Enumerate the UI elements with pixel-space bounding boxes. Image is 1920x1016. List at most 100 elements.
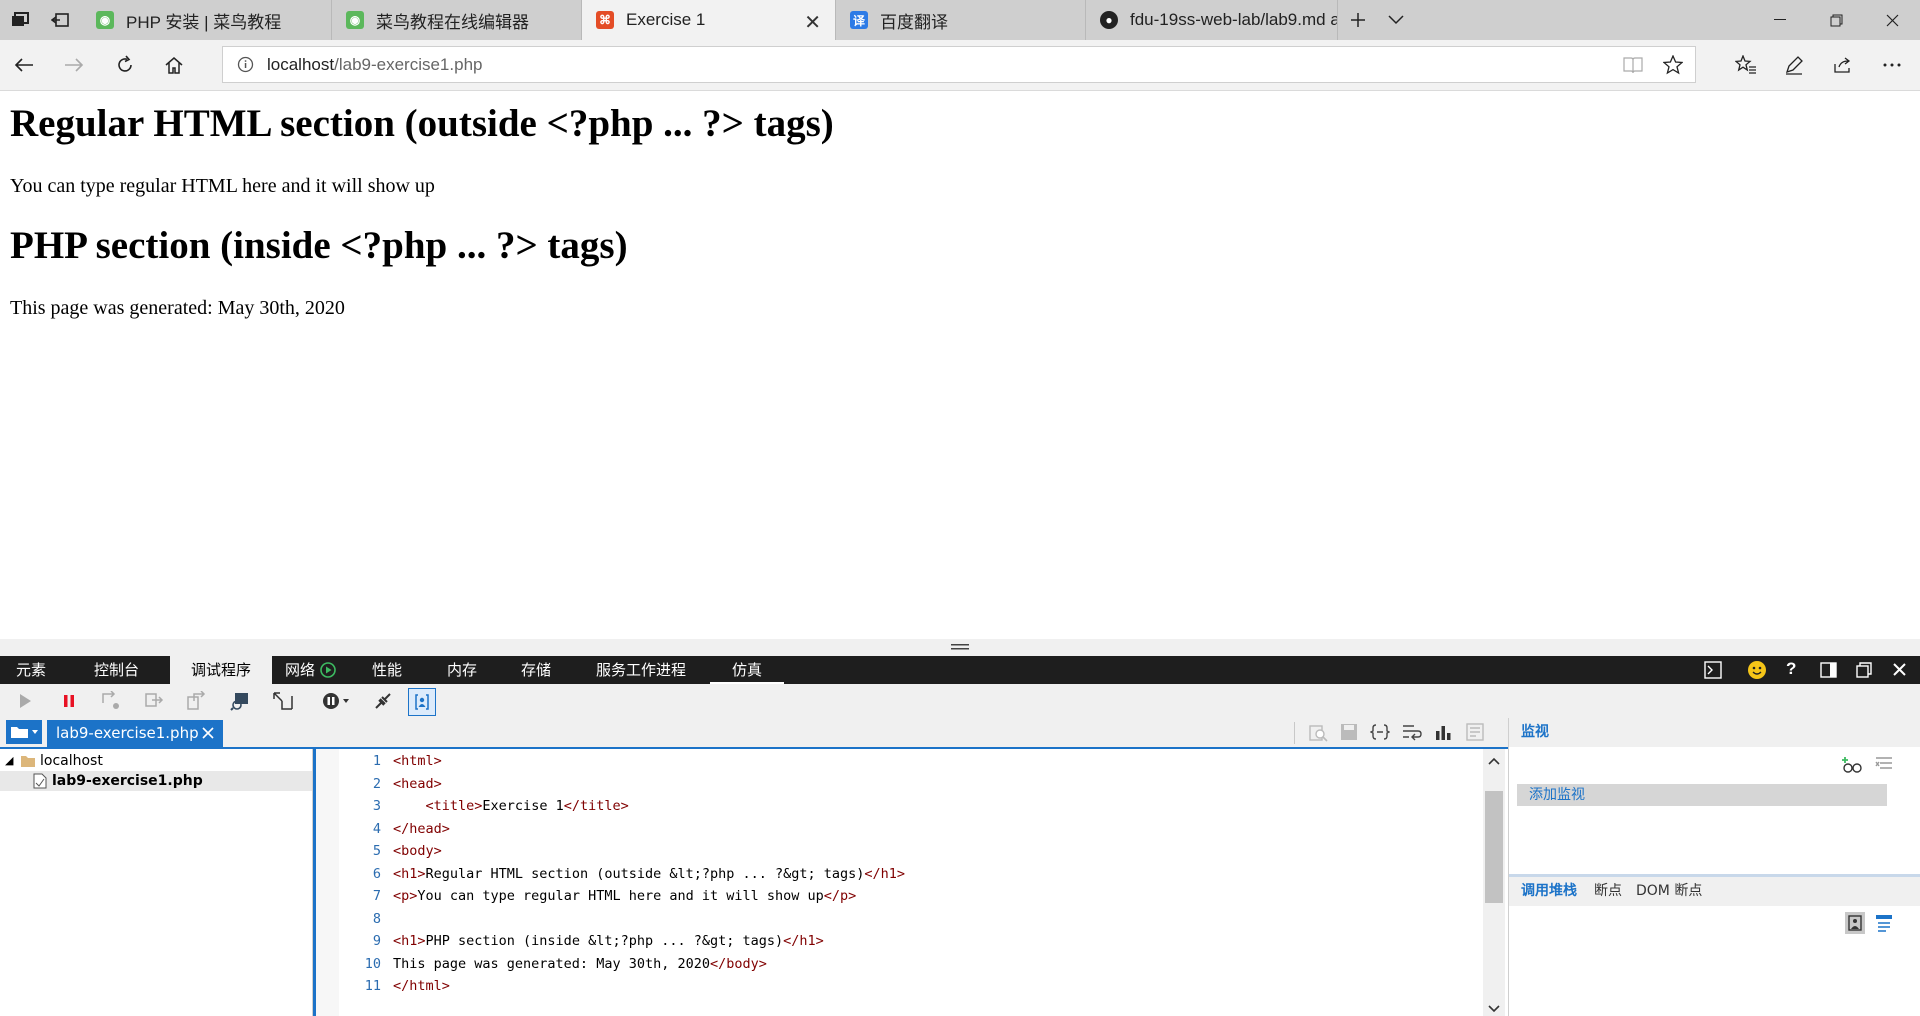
code-line[interactable]: 4 </head>	[339, 818, 450, 840]
code-line[interactable]: 10 This page was generated: May 30th, 202…	[339, 953, 767, 975]
step-into-icon[interactable]	[142, 688, 168, 714]
tab-runoob-editor[interactable]: ◉ 菜鸟教程在线编辑器	[332, 0, 582, 40]
code-line[interactable]: 9 <h1>PHP section (inside &lt;?php ... ?&…	[339, 930, 824, 952]
tab-elements[interactable]: 元素	[16, 656, 46, 684]
address-bar[interactable]: localhost/lab9-exercise1.php	[222, 46, 1696, 83]
tab-memory[interactable]: 内存	[447, 656, 477, 684]
code-line[interactable]: 1 <html>	[339, 750, 442, 772]
close-window-icon[interactable]	[1864, 0, 1920, 40]
tab-manager-icon[interactable]	[0, 0, 40, 40]
show-library-frames-icon[interactable]	[1845, 912, 1865, 934]
break-on-exceptions-icon[interactable]	[318, 688, 354, 714]
tab-storage[interactable]: 存储	[521, 656, 551, 684]
disconnect-debugger-icon[interactable]	[370, 688, 396, 714]
undock-icon[interactable]	[1856, 662, 1872, 678]
close-file-icon[interactable]	[201, 720, 215, 747]
source-map-icon[interactable]	[1434, 723, 1452, 741]
code-line[interactable]: 5 <body>	[339, 840, 442, 862]
forward-icon[interactable]	[50, 40, 98, 90]
tree-item-localhost[interactable]: ◢ localhost	[0, 751, 312, 771]
pause-icon[interactable]	[56, 688, 82, 714]
code-editor[interactable]: 1 <html> 2 <head> 3 <title>Exercise 1</title…	[339, 749, 1482, 1016]
break-on-new-worker-icon[interactable]	[227, 688, 253, 714]
site-info-icon[interactable]	[237, 56, 254, 73]
scroll-down-icon[interactable]	[1488, 1005, 1500, 1013]
expand-arrow-icon[interactable]: ◢	[5, 751, 13, 771]
add-watch-icon[interactable]	[1842, 756, 1864, 774]
favorite-star-icon[interactable]	[1663, 55, 1683, 75]
tab-baidu-translate[interactable]: 译 百度翻译	[836, 0, 1086, 40]
code-scrollbar[interactable]	[1483, 749, 1505, 1016]
restore-icon[interactable]	[1808, 0, 1864, 40]
close-tab-icon[interactable]: ✕	[804, 10, 821, 35]
favorites-hub-icon[interactable]	[1722, 40, 1770, 90]
code-line[interactable]: 2 <head>	[339, 773, 442, 795]
pretty-print-icon[interactable]	[1370, 723, 1390, 741]
line-number[interactable]: 2	[339, 773, 381, 795]
step-over-icon[interactable]	[98, 688, 124, 714]
new-tab-icon[interactable]	[1338, 0, 1378, 40]
line-number[interactable]: 5	[339, 840, 381, 862]
copy-stack-icon[interactable]	[1875, 914, 1893, 932]
continue-icon[interactable]	[12, 688, 38, 714]
more-options-icon[interactable]	[1868, 40, 1916, 90]
tab-emulation[interactable]: 仿真	[710, 656, 784, 684]
step-back-icon[interactable]	[270, 688, 296, 714]
code-line[interactable]: 3 <title>Exercise 1</title>	[339, 795, 629, 817]
code-line[interactable]: 7 <p>You can type regular HTML here and i…	[339, 885, 856, 907]
close-devtools-icon[interactable]	[1893, 663, 1906, 676]
line-number[interactable]: 6	[339, 863, 381, 885]
tab-network[interactable]: 网络	[285, 656, 315, 684]
help-icon[interactable]: ?	[1786, 659, 1796, 679]
tab-service-workers[interactable]: 服务工作进程	[596, 656, 686, 684]
minimize-icon[interactable]	[1752, 0, 1808, 40]
tab-dom-breakpoints[interactable]: DOM 断点	[1636, 877, 1702, 906]
dock-icon[interactable]	[1820, 662, 1837, 678]
reading-view-icon[interactable]	[1623, 56, 1643, 74]
devtools-resize-handle[interactable]	[0, 639, 1920, 656]
line-number[interactable]: 7	[339, 885, 381, 907]
just-my-code-icon[interactable]	[408, 688, 436, 716]
breakpoint-gutter[interactable]	[313, 749, 339, 1016]
home-icon[interactable]	[150, 40, 198, 90]
code-line[interactable]: 6 <h1>Regular HTML section (outside &lt;?…	[339, 863, 905, 885]
pen-notes-icon[interactable]	[1770, 40, 1818, 90]
line-number[interactable]: 1	[339, 750, 381, 772]
line-number[interactable]: 3	[339, 795, 381, 817]
tab-preview-chevron-icon[interactable]	[1376, 0, 1416, 40]
scroll-thumb[interactable]	[1485, 791, 1503, 903]
scroll-up-icon[interactable]	[1488, 757, 1500, 765]
tree-item-file[interactable]: lab9-exercise1.php	[0, 771, 312, 791]
share-icon[interactable]	[1819, 40, 1867, 90]
folder-toggle-icon[interactable]	[6, 720, 42, 744]
add-watch-row[interactable]: 添加监视	[1517, 784, 1887, 806]
tab-github[interactable]: ● fdu-19ss-web-lab/lab9.md a	[1086, 0, 1338, 40]
tab-php-install[interactable]: ◉ PHP 安装 | 菜鸟教程	[82, 0, 332, 40]
line-number[interactable]: 9	[339, 930, 381, 952]
set-aside-tabs-icon[interactable]	[40, 0, 80, 40]
tab-breakpoints[interactable]: 断点	[1594, 877, 1622, 906]
find-in-files-icon[interactable]	[1308, 723, 1328, 743]
word-wrap-icon[interactable]	[1402, 723, 1422, 741]
step-out-icon[interactable]	[184, 688, 210, 714]
line-number[interactable]: 4	[339, 818, 381, 840]
tab-call-stack[interactable]: 调用堆栈	[1521, 877, 1577, 906]
open-file-tab[interactable]: lab9-exercise1.php	[47, 720, 223, 747]
code-line[interactable]: 11 </html>	[339, 975, 450, 997]
remove-all-watches-icon[interactable]	[1875, 756, 1893, 772]
tab-exercise-1[interactable]: ⌘ Exercise 1 ✕	[582, 0, 836, 40]
console-toggle-icon[interactable]	[1704, 661, 1722, 679]
line-number[interactable]: 11	[339, 975, 381, 997]
refresh-icon[interactable]	[101, 40, 149, 90]
library-code-icon[interactable]	[1466, 723, 1484, 741]
tab-debugger[interactable]: 调试程序	[170, 656, 272, 686]
tab-performance[interactable]: 性能	[372, 656, 402, 684]
feedback-smiley-icon[interactable]	[1747, 660, 1767, 680]
line-number[interactable]: 8	[339, 908, 381, 930]
save-file-icon[interactable]	[1340, 723, 1358, 741]
add-watch-label[interactable]: 添加监视	[1529, 784, 1585, 806]
back-icon[interactable]	[0, 40, 48, 90]
watch-title[interactable]: 监视	[1521, 718, 1549, 747]
code-line[interactable]: 8	[339, 908, 393, 930]
tab-console[interactable]: 控制台	[94, 656, 139, 684]
